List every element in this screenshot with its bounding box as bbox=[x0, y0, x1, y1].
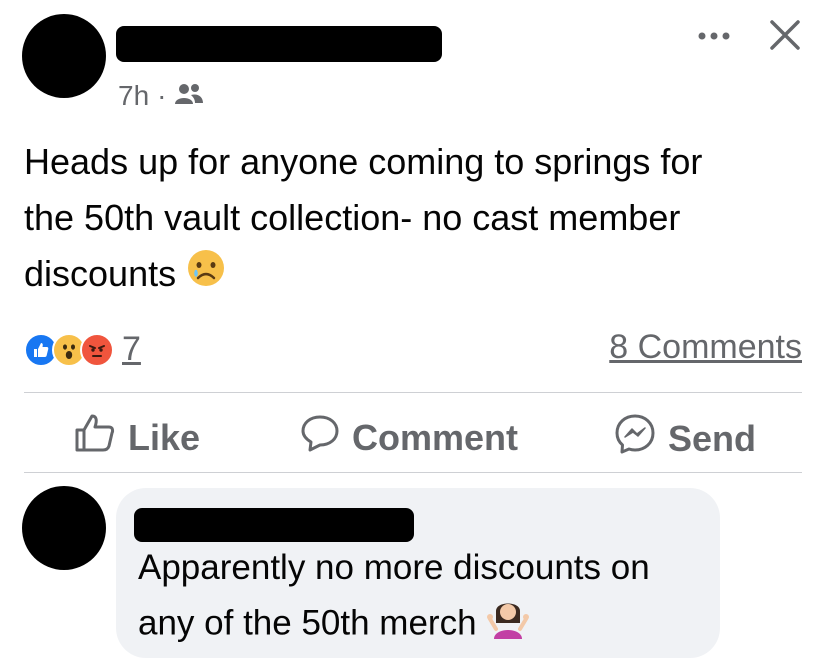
author-name-redacted[interactable] bbox=[116, 26, 442, 62]
reactions-summary[interactable]: 7 bbox=[24, 330, 141, 369]
post-text-line: the 50th vault collection- no cast membe… bbox=[24, 197, 681, 238]
thumbs-up-icon bbox=[74, 413, 116, 462]
comments-count-link[interactable]: 8 Comments bbox=[609, 328, 802, 367]
reaction-count[interactable]: 7 bbox=[122, 330, 141, 369]
send-button[interactable]: Send bbox=[614, 413, 756, 464]
post-time[interactable]: 7h bbox=[118, 80, 149, 112]
comment-bubble: Apparently no more discounts on any of t… bbox=[116, 488, 720, 658]
crying-face-emoji bbox=[186, 248, 226, 304]
comment-button[interactable]: Comment bbox=[300, 413, 518, 462]
divider-top bbox=[24, 392, 802, 393]
like-button[interactable]: Like bbox=[74, 413, 200, 462]
post-text-line-3: discounts bbox=[24, 253, 177, 294]
send-label: Send bbox=[668, 417, 757, 459]
comment-text-line-2: any of the 50th merch bbox=[138, 603, 477, 643]
friends-icon bbox=[174, 80, 204, 112]
more-options-icon[interactable] bbox=[696, 26, 734, 46]
woman-shrugging-emoji bbox=[486, 595, 530, 655]
comment-text: Apparently no more discounts on any of t… bbox=[138, 541, 718, 655]
commenter-avatar[interactable] bbox=[22, 486, 106, 570]
post-text-line: Heads up for anyone coming to springs fo… bbox=[24, 141, 703, 182]
close-icon[interactable] bbox=[768, 18, 802, 52]
like-label: Like bbox=[128, 416, 201, 458]
speech-bubble-icon bbox=[300, 413, 340, 462]
comment-text-line: Apparently no more discounts on bbox=[138, 548, 650, 587]
angry-reaction-icon bbox=[80, 332, 114, 367]
commenter-name-redacted[interactable] bbox=[134, 508, 414, 542]
post-text-line: discounts bbox=[24, 246, 814, 304]
author-avatar[interactable] bbox=[22, 14, 106, 98]
post-meta: 7h · bbox=[118, 80, 204, 112]
meta-separator: · bbox=[157, 80, 167, 111]
comment-label: Comment bbox=[352, 416, 519, 458]
comment-text-line: any of the 50th merch bbox=[138, 595, 718, 655]
messenger-icon bbox=[614, 413, 656, 464]
post-text: Heads up for anyone coming to springs fo… bbox=[24, 134, 814, 304]
divider-bottom bbox=[24, 472, 802, 473]
